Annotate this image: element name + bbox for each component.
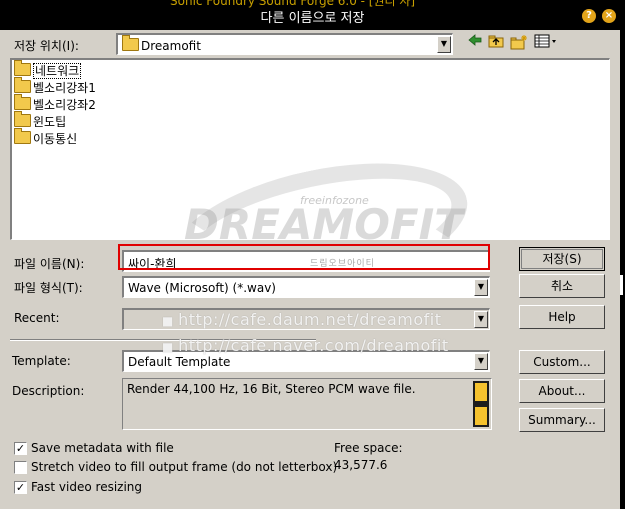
list-item[interactable]: 벨소리강좌2 [14, 94, 96, 113]
back-arrow-icon[interactable] [466, 34, 484, 50]
close-icon[interactable]: × [602, 9, 616, 23]
description-box: Render 44,100 Hz, 16 Bit, Stereo PCM wav… [122, 378, 492, 430]
file-type-dropdown[interactable]: Wave (Microsoft) (*.wav) ▼ [122, 276, 490, 298]
watermark-url-daum: http://cafe.daum.net/dreamofit [162, 310, 442, 329]
free-space-value: 43,577.6 [334, 458, 388, 472]
chevron-down-icon[interactable]: ▼ [437, 36, 451, 53]
chevron-down-icon[interactable]: ▼ [474, 279, 488, 296]
stretch-video-label: Stretch video to fill output frame (do n… [31, 460, 338, 474]
save-in-label: 저장 위치(I): [14, 39, 79, 53]
file-name-label: 파일 이름(N): [14, 257, 85, 271]
watermark-url-naver: http://cafe.naver.com/dreamofit [162, 336, 449, 355]
folder-icon [14, 60, 31, 76]
fast-video-checkbox[interactable]: ✓ [14, 481, 27, 494]
fast-video-label: Fast video resizing [31, 480, 143, 494]
dialog-title: 다른 이름으로 저장 [260, 11, 365, 26]
highlight-box [118, 244, 490, 270]
summary-button[interactable]: Summary... [519, 408, 605, 432]
folder-icon [14, 128, 31, 144]
folder-icon [14, 111, 31, 127]
file-type-label: 파일 형식(T): [14, 281, 83, 295]
description-text: Render 44,100 Hz, 16 Bit, Stereo PCM wav… [127, 382, 416, 396]
template-value: Default Template [128, 355, 231, 369]
help-button[interactable]: Help [519, 305, 605, 329]
list-item[interactable]: 네트워크 [14, 60, 82, 79]
template-label: Template: [12, 354, 71, 368]
file-type-value: Wave (Microsoft) (*.wav) [128, 281, 276, 295]
help-icon[interactable]: ? [582, 9, 596, 23]
save-button[interactable]: 저장(S) [519, 247, 605, 271]
new-folder-icon[interactable] [510, 34, 528, 50]
chevron-down-icon[interactable]: ▼ [474, 311, 488, 328]
cancel-button[interactable]: 취소 [519, 274, 605, 298]
about-button[interactable]: About... [519, 379, 605, 403]
free-space-label: Free space: [334, 441, 403, 455]
background-window-edge [620, 30, 625, 509]
title-bar: Sonic Foundry Sound Forge 6.0 - [권리 자] 다… [0, 0, 625, 30]
view-menu-icon[interactable] [534, 34, 558, 50]
list-item[interactable]: 벨소리강좌1 [14, 77, 96, 96]
file-list[interactable]: 네트워크 벨소리강좌1 벨소리강좌2 윈도팁 이동통신 [10, 58, 610, 240]
custom-button[interactable]: Custom... [519, 350, 605, 374]
save-in-dropdown[interactable]: Dreamofit ▼ [116, 33, 453, 55]
folder-icon [122, 35, 139, 51]
save-in-value: Dreamofit [141, 39, 201, 53]
folder-icon [14, 94, 31, 110]
save-metadata-label: Save metadata with file [31, 441, 174, 455]
description-scrollbar[interactable] [473, 381, 489, 427]
chevron-down-icon[interactable]: ▼ [474, 353, 488, 370]
list-item[interactable]: 이동통신 [14, 128, 77, 147]
up-folder-icon[interactable] [487, 34, 505, 50]
description-label: Description: [12, 384, 85, 398]
save-metadata-checkbox[interactable]: ✓ [14, 442, 27, 455]
stretch-video-checkbox[interactable] [14, 461, 27, 474]
folder-icon [14, 77, 31, 93]
recent-label: Recent: [14, 311, 60, 325]
